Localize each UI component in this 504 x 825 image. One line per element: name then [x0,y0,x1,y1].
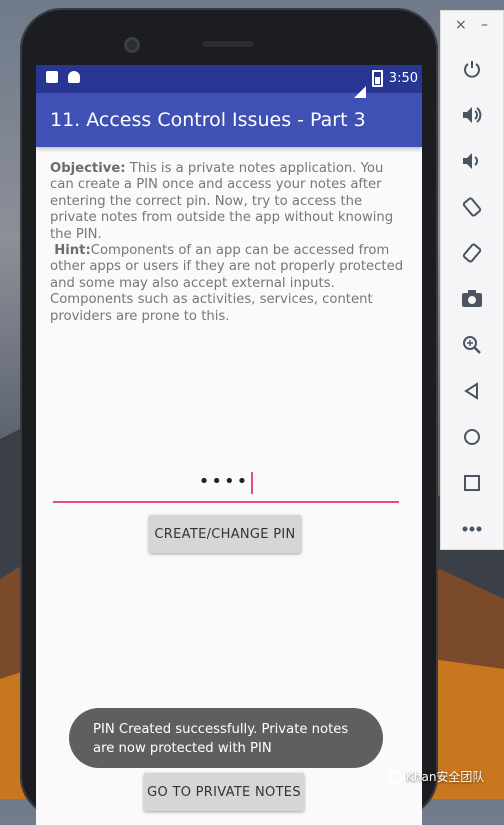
app-bar: 11. Access Control Issues - Part 3 [36,93,422,147]
volume-up-icon[interactable] [441,95,503,135]
go-to-private-notes-button[interactable]: GO TO PRIVATE NOTES [144,773,304,811]
volume-down-icon[interactable] [441,141,503,181]
page-title: 11. Access Control Issues - Part 3 [50,109,366,131]
text-cursor [251,471,254,494]
pin-value: •••• [198,471,250,492]
earpiece-speaker [202,41,254,47]
power-icon[interactable] [441,49,503,89]
sd-card-icon [46,71,58,83]
hint-text: Components of an app can be accessed fro… [50,243,404,324]
status-time: 3:50 [388,71,418,86]
wechat-icon [388,769,402,784]
camera-icon[interactable] [441,279,503,319]
phone-top-bezel [20,8,438,64]
rotate-left-icon[interactable] [441,187,503,227]
watermark-text: Khan安全团队 [406,770,485,784]
android-icon [68,71,80,83]
objective-label: Objective: [50,161,126,176]
phone-frame: 3:50 11. Access Control Issues - Part 3 … [20,8,438,825]
minimize-icon[interactable]: – [481,17,488,33]
toast-message: PIN Created successfully. Private notes … [69,708,383,768]
front-camera [124,37,140,53]
instructions-text: Objective: This is a private notes appli… [36,147,422,325]
overview-icon[interactable] [441,463,503,503]
watermark: Khan安全团队 [388,768,484,785]
back-icon[interactable] [441,371,503,411]
home-icon[interactable] [441,417,503,457]
battery-icon [371,70,383,87]
rotate-right-icon[interactable] [441,233,503,273]
zoom-icon[interactable] [441,325,503,365]
create-change-pin-button[interactable]: CREATE/CHANGE PIN [149,515,301,553]
pin-input[interactable]: •••• [53,467,399,503]
close-icon[interactable]: × [455,17,467,33]
emulator-toolbar: × – [440,10,504,550]
hint-label: Hint: [54,243,91,259]
phone-screen: 3:50 11. Access Control Issues - Part 3 … [36,65,422,825]
status-bar: 3:50 [36,65,422,98]
lte-signal-icon [353,71,366,98]
more-icon[interactable] [441,509,503,549]
